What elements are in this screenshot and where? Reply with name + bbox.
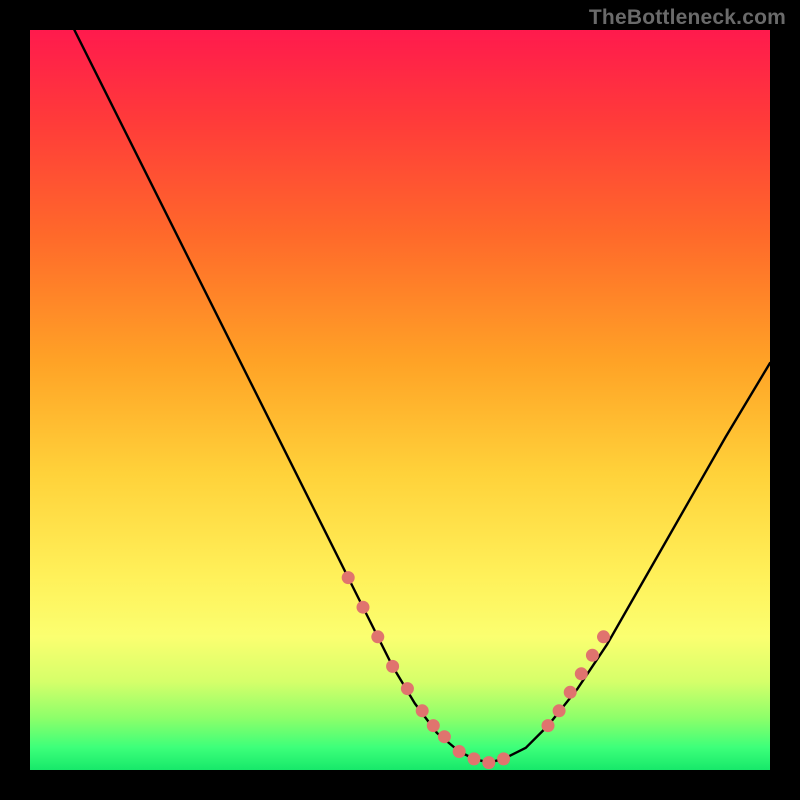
highlight-dot	[416, 704, 429, 717]
highlight-dot	[401, 682, 414, 695]
highlight-dot	[575, 667, 588, 680]
highlight-dot	[586, 649, 599, 662]
curve-svg	[30, 30, 770, 770]
chart-frame: TheBottleneck.com	[0, 0, 800, 800]
highlight-dots	[342, 571, 610, 769]
plot-area	[30, 30, 770, 770]
highlight-dot	[438, 730, 451, 743]
highlight-dot	[386, 660, 399, 673]
highlight-dot	[468, 752, 481, 765]
highlight-dot	[542, 719, 555, 732]
watermark-text: TheBottleneck.com	[589, 6, 786, 30]
highlight-dot	[553, 704, 566, 717]
highlight-dot	[482, 756, 495, 769]
highlight-dot	[342, 571, 355, 584]
highlight-dot	[453, 745, 466, 758]
bottleneck-curve	[74, 30, 770, 763]
highlight-dot	[497, 752, 510, 765]
highlight-dot	[357, 601, 370, 614]
highlight-dot	[564, 686, 577, 699]
highlight-dot	[371, 630, 384, 643]
highlight-dot	[427, 719, 440, 732]
highlight-dot	[597, 630, 610, 643]
